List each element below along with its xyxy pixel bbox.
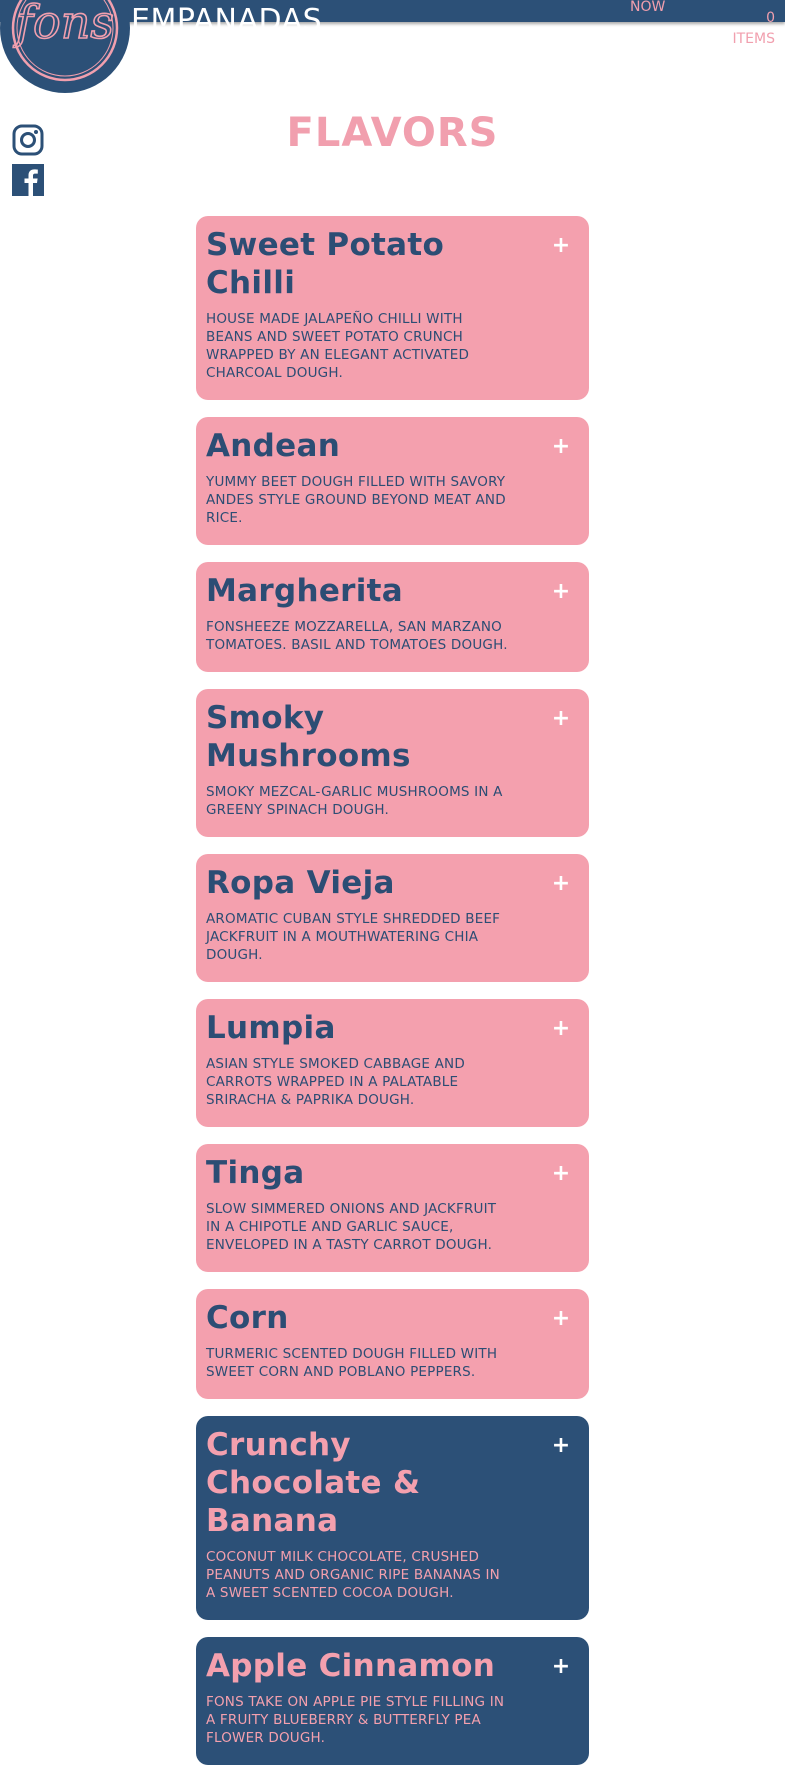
menu-item-card[interactable]: Ropa Vieja AROMATIC CUBAN STYLE SHREDDED … <box>196 854 589 982</box>
expand-plus-icon[interactable]: + <box>549 1017 573 1041</box>
menu-item-description: FONSHEEZE MOZZARELLA, SAN MARZANO TOMATO… <box>206 619 508 653</box>
cart-count[interactable]: 0 <box>766 10 775 26</box>
menu-item-card[interactable]: Margherita FONSHEEZE MOZZARELLA, SAN MARZ… <box>196 562 589 672</box>
menu-list: Sweet Potato Chilli HOUSE MADE JALAPEÑO C… <box>196 216 589 1782</box>
menu-item-title: Sweet Potato Chilli <box>206 227 445 301</box>
expand-plus-icon[interactable]: + <box>549 872 573 896</box>
expand-plus-icon[interactable]: + <box>549 1162 573 1186</box>
menu-item-description: SLOW SIMMERED ONIONS AND JACKFRUIT IN A … <box>206 1201 497 1253</box>
menu-item-card[interactable]: Sweet Potato Chilli HOUSE MADE JALAPEÑO C… <box>196 216 589 400</box>
menu-item-title: Margherita <box>206 573 403 609</box>
facebook-icon[interactable] <box>12 164 44 196</box>
menu-item-card[interactable]: Corn TURMERIC SCENTED DOUGH FILLED WITH S… <box>196 1289 589 1399</box>
menu-item-description: SMOKY MEZCAL-GARLIC MUSHROOMS IN A GREEN… <box>206 784 503 818</box>
fons-logo-icon: fons <box>11 0 119 82</box>
fons-logo[interactable]: fons <box>0 0 130 93</box>
menu-item-title: Apple Cinnamon <box>206 1648 496 1684</box>
menu-item-title: Tinga <box>206 1155 305 1191</box>
svg-text:fons: fons <box>13 0 114 49</box>
menu-item-description: COCONUT MILK CHOCOLATE, CRUSHED PEANUTS … <box>206 1549 500 1601</box>
menu-item-card[interactable]: Andean YUMMY BEET DOUGH FILLED WITH SAVOR… <box>196 417 589 545</box>
menu-item-description: FONS TAKE ON APPLE PIE STYLE FILLING IN … <box>206 1694 505 1746</box>
instagram-icon[interactable] <box>12 124 44 156</box>
menu-item-title: Andean <box>206 428 341 464</box>
expand-plus-icon[interactable]: + <box>549 1655 573 1679</box>
menu-item-card[interactable]: Crunchy Chocolate & Banana COCONUT MILK C… <box>196 1416 589 1620</box>
menu-item-description: AROMATIC CUBAN STYLE SHREDDED BEEF JACKF… <box>206 911 501 963</box>
menu-item-title: Ropa Vieja <box>206 865 395 901</box>
menu-item-card[interactable]: Tinga SLOW SIMMERED ONIONS AND JACKFRUIT … <box>196 1144 589 1272</box>
menu-item-title: Corn <box>206 1300 289 1336</box>
menu-item-card[interactable]: Lumpia ASIAN STYLE SMOKED CABBAGE AND CAR… <box>196 999 589 1127</box>
menu-item-title: Lumpia <box>206 1010 336 1046</box>
menu-item-description: ASIAN STYLE SMOKED CABBAGE AND CARROTS W… <box>206 1056 465 1108</box>
expand-plus-icon[interactable]: + <box>549 580 573 604</box>
menu-item-title: Crunchy Chocolate & Banana <box>206 1427 421 1539</box>
order-now-link[interactable]: NOW <box>630 0 665 14</box>
menu-item-title: Smoky Mushrooms <box>206 700 411 774</box>
menu-item-card[interactable]: Apple Cinnamon FONS TAKE ON APPLE PIE STY… <box>196 1637 589 1765</box>
brand-name[interactable]: EMPANADAS <box>131 6 322 36</box>
menu-item-description: TURMERIC SCENTED DOUGH FILLED WITH SWEET… <box>206 1346 498 1380</box>
page-title: FLAVORS <box>286 110 499 156</box>
menu-item-card[interactable]: Smoky Mushrooms SMOKY MEZCAL-GARLIC MUSHR… <box>196 689 589 837</box>
expand-plus-icon[interactable]: + <box>549 707 573 731</box>
cart-items-label[interactable]: ITEMS <box>733 31 776 47</box>
expand-plus-icon[interactable]: + <box>549 234 573 258</box>
menu-item-description: HOUSE MADE JALAPEÑO CHILLI WITH BEANS AN… <box>206 311 470 381</box>
expand-plus-icon[interactable]: + <box>549 1307 573 1331</box>
expand-plus-icon[interactable]: + <box>549 435 573 459</box>
menu-item-description: YUMMY BEET DOUGH FILLED WITH SAVORY ANDE… <box>206 474 506 526</box>
expand-plus-icon[interactable]: + <box>549 1434 573 1458</box>
